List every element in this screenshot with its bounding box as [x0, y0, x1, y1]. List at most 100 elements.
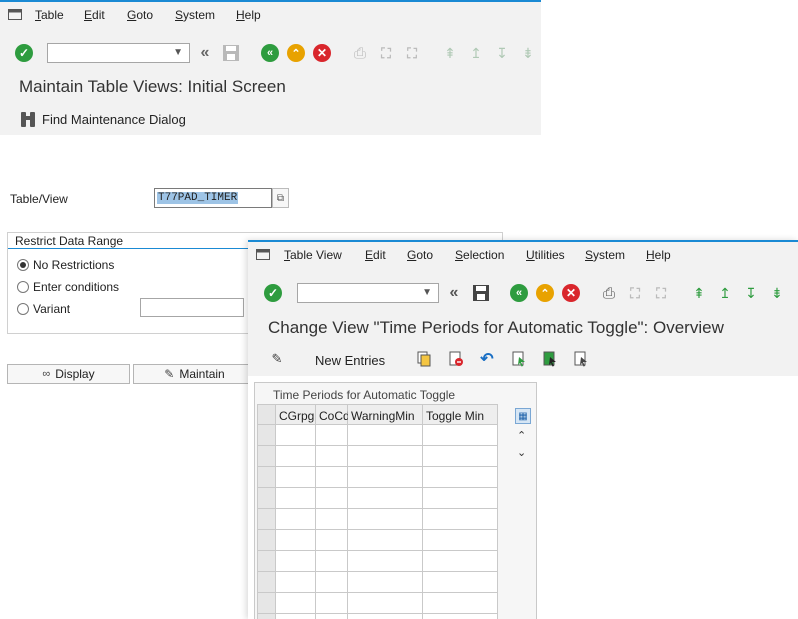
- table-cell[interactable]: [423, 593, 498, 614]
- table-cell[interactable]: [316, 551, 348, 572]
- table-cell[interactable]: [316, 572, 348, 593]
- table-cell[interactable]: [348, 509, 423, 530]
- save-icon[interactable]: [471, 283, 491, 303]
- variant-input[interactable]: [140, 298, 244, 317]
- previous-page-icon[interactable]: ↥: [715, 283, 735, 303]
- table-cell[interactable]: [316, 509, 348, 530]
- table-cell[interactable]: [423, 425, 498, 446]
- table-cell[interactable]: [316, 467, 348, 488]
- row-selector[interactable]: [257, 593, 276, 614]
- table-cell[interactable]: [348, 593, 423, 614]
- first-page-icon[interactable]: ⇞: [689, 283, 709, 303]
- radio-variant[interactable]: Variant: [17, 302, 70, 316]
- table-cell[interactable]: [276, 593, 316, 614]
- column-settings-icon[interactable]: ▦: [515, 408, 531, 424]
- row-selector[interactable]: [257, 425, 276, 446]
- table-cell[interactable]: [423, 467, 498, 488]
- rewind-icon[interactable]: «: [444, 283, 464, 303]
- find-next-icon[interactable]: ⛶: [651, 283, 671, 303]
- table-cell[interactable]: [423, 509, 498, 530]
- menu-goto[interactable]: Goto: [407, 248, 433, 262]
- table-cell[interactable]: [276, 530, 316, 551]
- command-field[interactable]: ▼: [297, 283, 439, 303]
- table-cell[interactable]: [316, 446, 348, 467]
- menu-edit[interactable]: Edit: [365, 248, 386, 262]
- table-cell[interactable]: [423, 551, 498, 572]
- menu-goto[interactable]: Goto: [127, 8, 153, 22]
- cancel-icon[interactable]: ✕: [561, 283, 581, 303]
- enter-icon[interactable]: ✓: [14, 43, 34, 63]
- exit-icon[interactable]: ⌃: [286, 43, 306, 63]
- table-view-input[interactable]: T77PAD_TIMER: [154, 188, 272, 208]
- find-maintenance-dialog-button[interactable]: Find Maintenance Dialog: [20, 110, 186, 128]
- table-cell[interactable]: [276, 551, 316, 572]
- table-cell[interactable]: [348, 488, 423, 509]
- row-selector[interactable]: [257, 572, 276, 593]
- table-cell[interactable]: [276, 572, 316, 593]
- row-selector[interactable]: [257, 530, 276, 551]
- table-cell[interactable]: [348, 425, 423, 446]
- table-cell[interactable]: [276, 446, 316, 467]
- print-icon[interactable]: ⎙: [350, 43, 370, 63]
- exit-icon[interactable]: ⌃: [535, 283, 555, 303]
- table-cell[interactable]: [276, 488, 316, 509]
- row-selector[interactable]: [257, 467, 276, 488]
- display-change-icon[interactable]: ✎: [267, 349, 287, 369]
- find-icon[interactable]: ⛶: [625, 283, 645, 303]
- rewind-icon[interactable]: «: [195, 43, 215, 63]
- scroll-down-icon[interactable]: ⌄: [517, 446, 526, 459]
- next-page-icon[interactable]: ↧: [492, 43, 512, 63]
- value-help-icon[interactable]: ⧉: [272, 188, 289, 208]
- display-button[interactable]: ∞ Display: [7, 364, 130, 384]
- select-all-corner[interactable]: [257, 404, 276, 425]
- menu-help[interactable]: Help: [646, 248, 671, 262]
- deselect-all-icon[interactable]: [571, 349, 591, 369]
- row-selector[interactable]: [257, 488, 276, 509]
- menu-table-view[interactable]: Table View: [284, 248, 342, 262]
- table-cell[interactable]: [423, 488, 498, 509]
- save-icon[interactable]: [221, 43, 241, 63]
- table-cell[interactable]: [423, 530, 498, 551]
- back-icon[interactable]: «: [260, 43, 280, 63]
- menu-window-icon[interactable]: [8, 9, 22, 20]
- chevron-down-icon[interactable]: ▼: [173, 47, 183, 58]
- last-page-icon[interactable]: ⇟: [518, 43, 538, 63]
- menu-table[interactable]: Table: [35, 8, 64, 22]
- table-cell[interactable]: [316, 488, 348, 509]
- table-cell[interactable]: [316, 530, 348, 551]
- maintain-button[interactable]: ✎ Maintain: [133, 364, 256, 384]
- radio-enter-conditions[interactable]: Enter conditions: [17, 280, 119, 294]
- menu-window-icon[interactable]: [256, 249, 270, 260]
- find-icon[interactable]: ⛶: [376, 43, 396, 63]
- row-selector[interactable]: [257, 446, 276, 467]
- row-selector[interactable]: [257, 509, 276, 530]
- table-cell[interactable]: [423, 572, 498, 593]
- print-icon[interactable]: ⎙: [599, 283, 619, 303]
- column-header[interactable]: WarningMin: [348, 404, 423, 425]
- column-header[interactable]: CGrpg: [276, 404, 316, 425]
- menu-help[interactable]: Help: [236, 8, 261, 22]
- menu-selection[interactable]: Selection: [455, 248, 504, 262]
- radio-no-restrictions[interactable]: No Restrictions: [17, 258, 114, 272]
- delete-icon[interactable]: [446, 349, 466, 369]
- first-page-icon[interactable]: ⇞: [440, 43, 460, 63]
- column-header[interactable]: CoCd: [316, 404, 350, 425]
- menu-edit[interactable]: Edit: [84, 8, 105, 22]
- menu-system[interactable]: System: [175, 8, 215, 22]
- table-cell[interactable]: [348, 446, 423, 467]
- previous-page-icon[interactable]: ↥: [466, 43, 486, 63]
- table-cell[interactable]: [316, 425, 348, 446]
- table-cell[interactable]: [348, 530, 423, 551]
- table-cell[interactable]: [348, 467, 423, 488]
- table-cell[interactable]: [348, 572, 423, 593]
- last-page-icon[interactable]: ⇟: [767, 283, 787, 303]
- select-all-icon[interactable]: [509, 349, 529, 369]
- table-cell[interactable]: [276, 467, 316, 488]
- back-icon[interactable]: «: [509, 283, 529, 303]
- enter-icon[interactable]: ✓: [263, 283, 283, 303]
- copy-as-icon[interactable]: [414, 349, 434, 369]
- menu-utilities[interactable]: Utilities: [526, 248, 565, 262]
- table-cell[interactable]: [348, 551, 423, 572]
- scroll-up-icon[interactable]: ⌃: [517, 429, 526, 442]
- cancel-icon[interactable]: ✕: [312, 43, 332, 63]
